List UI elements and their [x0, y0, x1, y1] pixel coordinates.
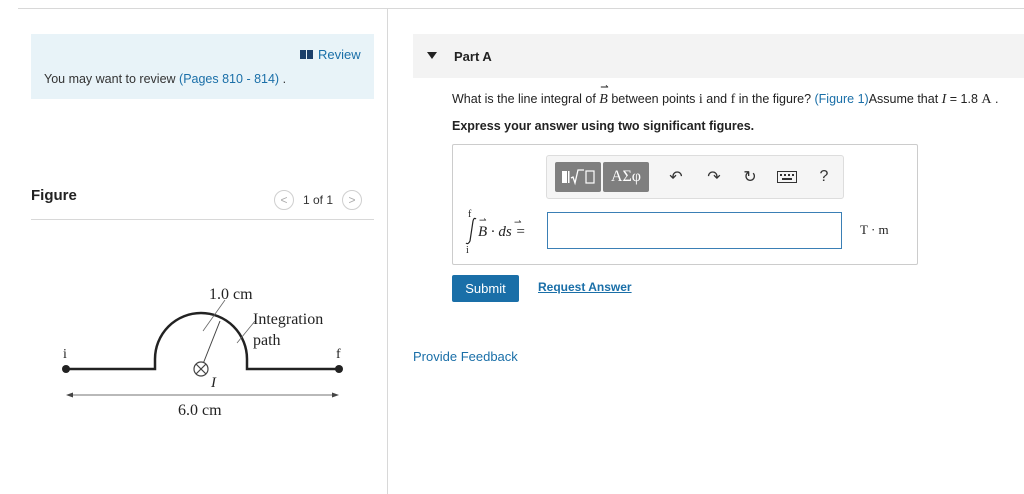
pager-text: 1 of 1: [303, 193, 334, 207]
vector-arrow-icon: ⇀: [600, 82, 609, 93]
question-text: What is the line integral of B ⇀ between …: [452, 82, 999, 108]
part-a-header[interactable]: [413, 34, 1024, 78]
figure-pager: < 1 of 1 >: [274, 190, 363, 210]
chevron-left-icon: <: [280, 193, 288, 207]
review-text-suffix: .: [279, 72, 287, 86]
point-f: [335, 365, 343, 373]
review-link[interactable]: Review: [300, 47, 361, 62]
undo-button[interactable]: ↶: [664, 165, 688, 189]
question-d: in the figure?: [735, 92, 815, 106]
top-divider: [18, 8, 1024, 9]
dimension-arrow-left-icon: [66, 392, 73, 398]
label-integration-2: path: [253, 332, 281, 349]
answer-input[interactable]: [547, 212, 842, 249]
radius-line: [200, 320, 221, 370]
keyboard-button[interactable]: [775, 165, 799, 189]
figure-divider: [31, 219, 374, 220]
pages-link[interactable]: (Pages 810 - 814): [179, 72, 279, 86]
review-link-label: Review: [318, 47, 361, 62]
review-panel: [31, 34, 374, 99]
integral-upper: f: [468, 209, 472, 220]
question-c: and: [702, 92, 731, 106]
review-text-prefix: You may want to review: [44, 72, 180, 86]
greek-symbols-button[interactable]: ΑΣφ: [603, 162, 649, 192]
column-divider: [387, 8, 388, 494]
integral-expression: f i B · ds = ⇀ ⇀: [465, 209, 526, 255]
book-icon: [300, 50, 313, 59]
part-title: Part A: [454, 49, 492, 64]
vector-arrow-b-icon: ⇀: [479, 216, 487, 226]
vector-b: B ⇀: [599, 82, 608, 107]
help-button[interactable]: ?: [812, 165, 836, 189]
next-figure-button[interactable]: >: [342, 190, 363, 210]
keyboard-icon: [777, 171, 797, 183]
label-point-f: f: [336, 347, 341, 362]
figure-link[interactable]: (Figure 1): [815, 92, 869, 106]
integral-lower: i: [466, 245, 469, 255]
radius-leader: [202, 299, 226, 332]
figure-title: Figure: [31, 187, 77, 204]
vector-b-letter: B: [599, 92, 608, 107]
reset-button[interactable]: ↻: [738, 165, 762, 189]
question-f: = 1.8: [946, 92, 982, 106]
label-integration-1: Integration: [253, 311, 323, 328]
dimension-arrow-right-icon: [332, 392, 339, 398]
question-b: between points: [607, 92, 699, 106]
point-i: [62, 365, 70, 373]
chevron-right-icon: >: [348, 193, 356, 207]
redo-button[interactable]: ↷: [702, 165, 726, 189]
question-a: What is the line integral of: [452, 92, 600, 106]
caret-down-icon[interactable]: [427, 52, 437, 59]
label-point-i: i: [63, 347, 67, 362]
prev-figure-button[interactable]: <: [274, 190, 294, 210]
question-unit-a: A: [981, 92, 992, 107]
reset-icon: ↻: [743, 169, 757, 186]
review-text: You may want to review (Pages 810 - 814)…: [44, 72, 286, 86]
help-label: ?: [819, 168, 829, 185]
undo-icon: ↶: [669, 169, 683, 186]
figure-diagram: i f 1.0 cm I Integration path 6.0 cm: [62, 286, 343, 419]
fraction-sqrt-icon: [562, 169, 595, 186]
templates-button[interactable]: [555, 162, 601, 192]
instruction-text: Express your answer using two significan…: [452, 119, 755, 133]
question-e: Assume that: [868, 92, 942, 106]
greek-label: ΑΣφ: [610, 168, 642, 185]
vector-arrow-ds-icon: ⇀: [514, 218, 522, 228]
label-radius: 1.0 cm: [209, 286, 253, 303]
units-label: T · m: [860, 222, 889, 237]
integral-sign-icon: [465, 217, 477, 245]
provide-feedback-link[interactable]: Provide Feedback: [413, 349, 518, 364]
redo-icon: ↷: [707, 169, 721, 186]
label-current: I: [210, 375, 217, 391]
request-answer-link[interactable]: Request Answer: [538, 280, 632, 294]
question-g: .: [991, 92, 999, 106]
label-length: 6.0 cm: [178, 402, 222, 419]
submit-button[interactable]: Submit: [452, 275, 519, 302]
